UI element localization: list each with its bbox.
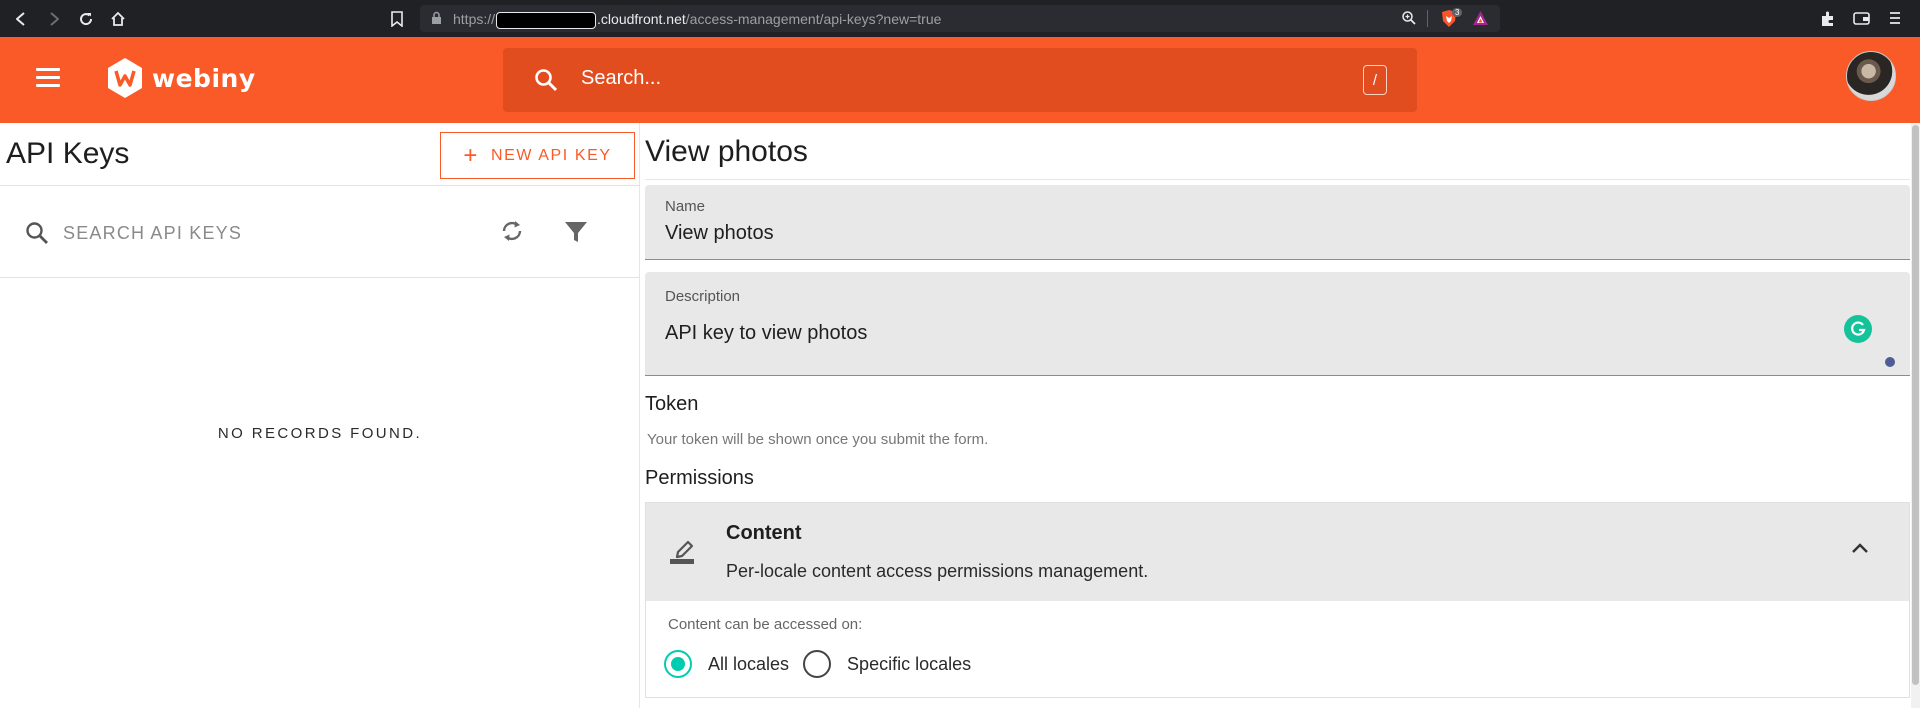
search-icon bbox=[533, 67, 559, 98]
bookmark-icon[interactable] bbox=[386, 8, 408, 30]
global-search-placeholder: Search... bbox=[581, 67, 662, 89]
global-search-input[interactable]: Search... / bbox=[503, 48, 1417, 112]
grammarly-icon[interactable] bbox=[1844, 315, 1872, 343]
scrollbar[interactable] bbox=[1911, 123, 1920, 708]
url-text: https:// .cloudfront.net/access-managemen… bbox=[453, 11, 941, 29]
all-locales-label[interactable]: All locales bbox=[708, 654, 789, 675]
refresh-icon[interactable] bbox=[498, 217, 526, 250]
lock-icon bbox=[431, 11, 442, 30]
specific-locales-label[interactable]: Specific locales bbox=[847, 654, 971, 675]
menu-icon[interactable] bbox=[36, 68, 60, 88]
webiny-hexagon-icon bbox=[108, 58, 142, 98]
resize-dot bbox=[1885, 357, 1895, 367]
access-label: Content can be accessed on: bbox=[668, 616, 863, 633]
permission-description: Per-locale content access permissions ma… bbox=[726, 561, 1149, 581]
browser-toolbar: https:// .cloudfront.net/access-managemen… bbox=[0, 0, 1920, 37]
permissions-title: Permissions bbox=[645, 467, 754, 489]
locale-radio-group: All locales Specific locales bbox=[664, 650, 985, 678]
all-locales-radio[interactable] bbox=[664, 650, 692, 678]
name-value: View photos bbox=[665, 222, 774, 244]
shield-badge: 3 bbox=[1452, 8, 1463, 17]
list-title: API Keys bbox=[6, 137, 130, 170]
user-avatar[interactable] bbox=[1846, 51, 1896, 101]
address-bar[interactable]: https:// .cloudfront.net/access-managemen… bbox=[420, 5, 1500, 32]
description-field[interactable]: Description API key to view photos bbox=[645, 272, 1910, 376]
api-keys-search-bar: SEARCH API KEYS bbox=[0, 186, 640, 278]
filter-icon[interactable] bbox=[563, 219, 589, 250]
form-title: View photos bbox=[645, 135, 808, 168]
divider bbox=[645, 179, 1910, 180]
permission-name: Content bbox=[726, 522, 802, 544]
name-label: Name bbox=[665, 198, 706, 215]
wallet-icon[interactable] bbox=[1853, 11, 1870, 31]
webiny-logo[interactable]: webiny bbox=[106, 57, 256, 99]
description-label: Description bbox=[665, 288, 741, 305]
plus-icon: + bbox=[463, 141, 479, 169]
browser-menu-icon[interactable] bbox=[1889, 11, 1901, 30]
content-edit-icon bbox=[668, 535, 696, 570]
url-host: .cloudfront.net bbox=[597, 11, 686, 27]
content-permission-card: Content Per-locale content access permis… bbox=[645, 502, 1910, 698]
search-icon bbox=[24, 220, 50, 251]
extensions-icon[interactable] bbox=[1819, 10, 1836, 32]
api-key-form-panel: View photos Name View photos Description… bbox=[641, 123, 1920, 708]
token-title: Token bbox=[645, 393, 699, 415]
empty-state-text: NO RECORDS FOUND. bbox=[217, 425, 423, 442]
token-help-text: Your token will be shown once you submit… bbox=[647, 431, 989, 448]
name-field[interactable]: Name View photos bbox=[645, 185, 1910, 260]
logo-text: webiny bbox=[152, 63, 256, 93]
scrollbar-thumb[interactable] bbox=[1912, 125, 1919, 685]
api-keys-list-panel: API Keys + NEW API KEY SEARCH API KEYS N… bbox=[0, 123, 640, 708]
url-divider bbox=[1427, 10, 1428, 27]
redacted-host bbox=[496, 11, 597, 29]
divider bbox=[0, 277, 640, 278]
description-value: API key to view photos bbox=[665, 322, 868, 344]
specific-locales-radio[interactable] bbox=[803, 650, 832, 678]
brave-rewards-icon[interactable] bbox=[1472, 10, 1489, 32]
back-icon[interactable] bbox=[10, 8, 32, 30]
reload-icon[interactable] bbox=[75, 8, 97, 30]
home-icon[interactable] bbox=[107, 8, 129, 30]
forward-icon[interactable] bbox=[43, 8, 65, 30]
url-path: /access-management/api-keys?new=true bbox=[685, 11, 942, 27]
api-keys-search-input[interactable]: SEARCH API KEYS bbox=[63, 223, 242, 244]
app-header: webiny Search... / bbox=[0, 37, 1920, 123]
search-shortcut-key: / bbox=[1363, 65, 1387, 95]
new-api-key-button[interactable]: + NEW API KEY bbox=[440, 132, 635, 179]
new-api-key-label: NEW API KEY bbox=[490, 146, 612, 164]
zoom-icon[interactable] bbox=[1401, 10, 1417, 31]
url-scheme: https:// bbox=[453, 11, 496, 27]
content-permission-header[interactable]: Content Per-locale content access permis… bbox=[646, 503, 1909, 601]
chevron-up-icon[interactable] bbox=[1851, 541, 1869, 559]
